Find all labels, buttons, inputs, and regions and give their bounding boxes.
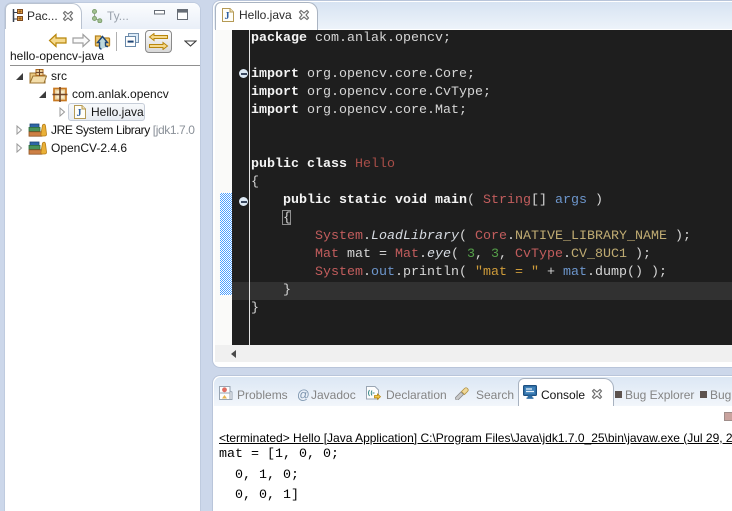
svg-text:J: J [225, 11, 230, 22]
svg-text:J: J [77, 108, 82, 119]
